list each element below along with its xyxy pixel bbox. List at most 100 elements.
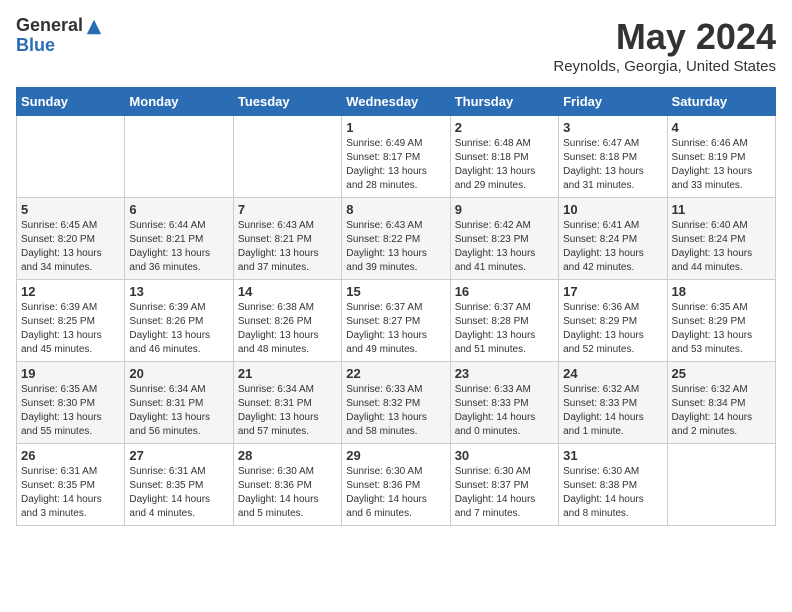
day-cell: 30 Sunrise: 6:30 AM Sunset: 8:37 PM Dayli… xyxy=(450,444,558,526)
day-number: 20 xyxy=(129,366,228,381)
day-number: 18 xyxy=(672,284,771,299)
day-info: Sunrise: 6:37 AM Sunset: 8:27 PM Dayligh… xyxy=(346,301,445,357)
header-day-wednesday: Wednesday xyxy=(342,88,450,116)
day-number: 24 xyxy=(563,366,662,381)
day-number: 10 xyxy=(563,202,662,217)
title-block: May 2024 Reynolds, Georgia, United State… xyxy=(553,16,776,75)
day-number: 15 xyxy=(346,284,445,299)
day-info: Sunrise: 6:33 AM Sunset: 8:32 PM Dayligh… xyxy=(346,383,445,439)
main-title: May 2024 xyxy=(553,16,776,58)
day-cell: 15 Sunrise: 6:37 AM Sunset: 8:27 PM Dayli… xyxy=(342,280,450,362)
week-row-1: 1 Sunrise: 6:49 AM Sunset: 8:17 PM Daylig… xyxy=(17,116,776,198)
day-info: Sunrise: 6:34 AM Sunset: 8:31 PM Dayligh… xyxy=(129,383,228,439)
day-info: Sunrise: 6:42 AM Sunset: 8:23 PM Dayligh… xyxy=(455,219,554,275)
calendar-table: SundayMondayTuesdayWednesdayThursdayFrid… xyxy=(16,87,776,526)
day-cell: 2 Sunrise: 6:48 AM Sunset: 8:18 PM Daylig… xyxy=(450,116,558,198)
day-info: Sunrise: 6:30 AM Sunset: 8:38 PM Dayligh… xyxy=(563,465,662,521)
day-info: Sunrise: 6:32 AM Sunset: 8:33 PM Dayligh… xyxy=(563,383,662,439)
day-cell xyxy=(17,116,125,198)
day-number: 11 xyxy=(672,202,771,217)
day-number: 27 xyxy=(129,448,228,463)
day-cell: 14Sunrise: 6:38 AM Sunset: 8:26 PM Dayli… xyxy=(233,280,341,362)
day-cell: 29Sunrise: 6:30 AM Sunset: 8:36 PM Dayli… xyxy=(342,444,450,526)
day-cell xyxy=(667,444,775,526)
week-row-5: 26 Sunrise: 6:31 AM Sunset: 8:35 PM Dayli… xyxy=(17,444,776,526)
day-info: Sunrise: 6:45 AM Sunset: 8:20 PM Dayligh… xyxy=(21,219,120,275)
logo-text: General Blue xyxy=(16,16,103,56)
day-number: 31 xyxy=(563,448,662,463)
day-info: Sunrise: 6:43 AM Sunset: 8:22 PM Dayligh… xyxy=(346,219,445,275)
day-cell: 6Sunrise: 6:44 AM Sunset: 8:21 PM Daylig… xyxy=(125,198,233,280)
day-info: Sunrise: 6:30 AM Sunset: 8:37 PM Dayligh… xyxy=(455,465,554,521)
day-number: 17 xyxy=(563,284,662,299)
day-number: 30 xyxy=(455,448,554,463)
day-info: Sunrise: 6:39 AM Sunset: 8:25 PM Dayligh… xyxy=(21,301,120,357)
week-row-4: 19 Sunrise: 6:35 AM Sunset: 8:30 PM Dayli… xyxy=(17,362,776,444)
logo-icon xyxy=(85,18,103,36)
day-cell: 1 Sunrise: 6:49 AM Sunset: 8:17 PM Daylig… xyxy=(342,116,450,198)
day-number: 4 xyxy=(672,120,771,135)
day-cell: 11 Sunrise: 6:40 AM Sunset: 8:24 PM Dayli… xyxy=(667,198,775,280)
day-cell: 22 Sunrise: 6:33 AM Sunset: 8:32 PM Dayli… xyxy=(342,362,450,444)
day-cell: 16Sunrise: 6:37 AM Sunset: 8:28 PM Dayli… xyxy=(450,280,558,362)
day-number: 26 xyxy=(21,448,120,463)
day-number: 23 xyxy=(455,366,554,381)
day-number: 9 xyxy=(455,202,554,217)
day-number: 2 xyxy=(455,120,554,135)
day-cell: 19 Sunrise: 6:35 AM Sunset: 8:30 PM Dayli… xyxy=(17,362,125,444)
day-cell xyxy=(125,116,233,198)
day-cell: 26Sunrise: 6:31 AM Sunset: 8:35 PM Dayli… xyxy=(17,444,125,526)
day-info: Sunrise: 6:32 AM Sunset: 8:34 PM Dayligh… xyxy=(672,383,771,439)
day-number: 22 xyxy=(346,366,445,381)
day-cell: 12 Sunrise: 6:39 AM Sunset: 8:25 PM Dayli… xyxy=(17,280,125,362)
day-info: Sunrise: 6:47 AM Sunset: 8:18 PM Dayligh… xyxy=(563,137,662,193)
logo-blue: Blue xyxy=(16,36,103,56)
day-info: Sunrise: 6:31 AM Sunset: 8:35 PM Dayligh… xyxy=(129,465,228,521)
day-info: Sunrise: 6:48 AM Sunset: 8:18 PM Dayligh… xyxy=(455,137,554,193)
day-info: Sunrise: 6:30 AM Sunset: 8:36 PM Dayligh… xyxy=(346,465,445,521)
day-number: 19 xyxy=(21,366,120,381)
day-number: 7 xyxy=(238,202,337,217)
day-info: Sunrise: 6:46 AM Sunset: 8:19 PM Dayligh… xyxy=(672,137,771,193)
day-number: 13 xyxy=(129,284,228,299)
day-cell: 4 Sunrise: 6:46 AM Sunset: 8:19 PM Daylig… xyxy=(667,116,775,198)
day-number: 14 xyxy=(238,284,337,299)
day-info: Sunrise: 6:35 AM Sunset: 8:30 PM Dayligh… xyxy=(21,383,120,439)
header-row: SundayMondayTuesdayWednesdayThursdayFrid… xyxy=(17,88,776,116)
header-day-friday: Friday xyxy=(559,88,667,116)
logo-general: General xyxy=(16,16,83,36)
day-info: Sunrise: 6:43 AM Sunset: 8:21 PM Dayligh… xyxy=(238,219,337,275)
day-number: 5 xyxy=(21,202,120,217)
day-info: Sunrise: 6:40 AM Sunset: 8:24 PM Dayligh… xyxy=(672,219,771,275)
day-cell: 18 Sunrise: 6:35 AM Sunset: 8:29 PM Dayli… xyxy=(667,280,775,362)
day-number: 3 xyxy=(563,120,662,135)
day-info: Sunrise: 6:41 AM Sunset: 8:24 PM Dayligh… xyxy=(563,219,662,275)
day-cell: 28Sunrise: 6:30 AM Sunset: 8:36 PM Dayli… xyxy=(233,444,341,526)
day-number: 1 xyxy=(346,120,445,135)
day-cell: 25Sunrise: 6:32 AM Sunset: 8:34 PM Dayli… xyxy=(667,362,775,444)
day-cell: 8Sunrise: 6:43 AM Sunset: 8:22 PM Daylig… xyxy=(342,198,450,280)
day-cell: 9 Sunrise: 6:42 AM Sunset: 8:23 PM Daylig… xyxy=(450,198,558,280)
header-day-sunday: Sunday xyxy=(17,88,125,116)
day-info: Sunrise: 6:49 AM Sunset: 8:17 PM Dayligh… xyxy=(346,137,445,193)
day-cell xyxy=(233,116,341,198)
day-info: Sunrise: 6:35 AM Sunset: 8:29 PM Dayligh… xyxy=(672,301,771,357)
day-number: 12 xyxy=(21,284,120,299)
logo: General Blue xyxy=(16,16,103,56)
day-cell: 10 Sunrise: 6:41 AM Sunset: 8:24 PM Dayli… xyxy=(559,198,667,280)
header-day-tuesday: Tuesday xyxy=(233,88,341,116)
day-number: 16 xyxy=(455,284,554,299)
week-row-2: 5 Sunrise: 6:45 AM Sunset: 8:20 PM Daylig… xyxy=(17,198,776,280)
day-cell: 3 Sunrise: 6:47 AM Sunset: 8:18 PM Daylig… xyxy=(559,116,667,198)
day-info: Sunrise: 6:34 AM Sunset: 8:31 PM Dayligh… xyxy=(238,383,337,439)
day-info: Sunrise: 6:39 AM Sunset: 8:26 PM Dayligh… xyxy=(129,301,228,357)
header-day-thursday: Thursday xyxy=(450,88,558,116)
day-info: Sunrise: 6:30 AM Sunset: 8:36 PM Dayligh… xyxy=(238,465,337,521)
day-cell: 21Sunrise: 6:34 AM Sunset: 8:31 PM Dayli… xyxy=(233,362,341,444)
day-info: Sunrise: 6:44 AM Sunset: 8:21 PM Dayligh… xyxy=(129,219,228,275)
subtitle: Reynolds, Georgia, United States xyxy=(553,58,776,75)
day-cell: 23Sunrise: 6:33 AM Sunset: 8:33 PM Dayli… xyxy=(450,362,558,444)
page-header: General Blue May 2024 Reynolds, Georgia,… xyxy=(16,16,776,75)
day-cell: 27 Sunrise: 6:31 AM Sunset: 8:35 PM Dayli… xyxy=(125,444,233,526)
day-cell: 5 Sunrise: 6:45 AM Sunset: 8:20 PM Daylig… xyxy=(17,198,125,280)
